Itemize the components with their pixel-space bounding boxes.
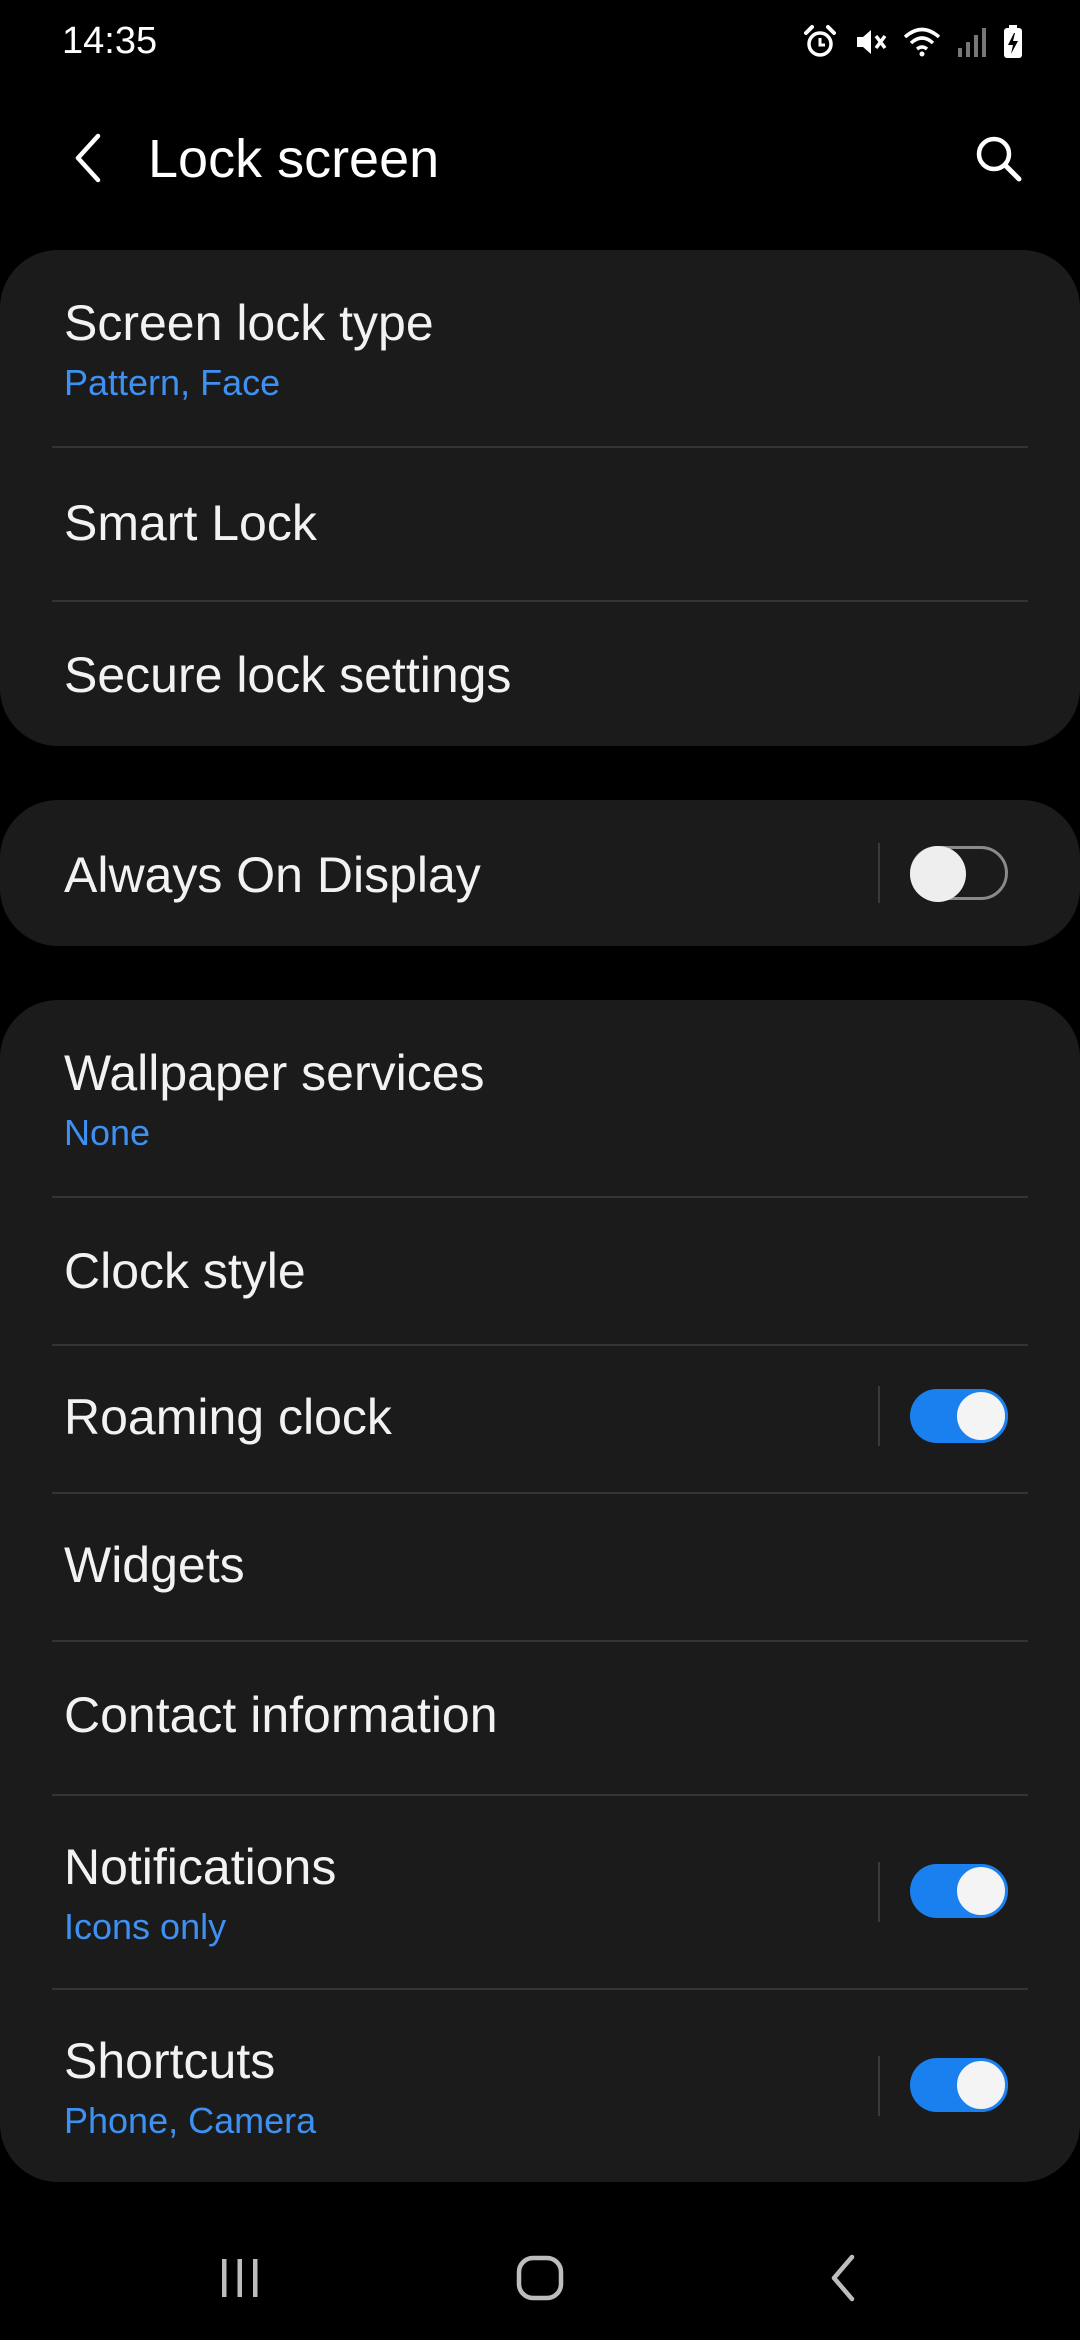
shortcuts-item[interactable]: Shortcuts Phone, Camera <box>0 1990 1080 2182</box>
smart-lock-item[interactable]: Smart Lock <box>0 448 1080 600</box>
recents-icon <box>216 2254 264 2307</box>
back-icon <box>68 130 108 191</box>
contact-information-item[interactable]: Contact information <box>0 1642 1080 1794</box>
separator <box>878 1386 880 1446</box>
battery-charging-icon <box>1002 24 1024 60</box>
item-subtitle: Phone, Camera <box>64 2100 317 2141</box>
clock-style-item[interactable]: Clock style <box>0 1198 1080 1344</box>
item-label: Always On Display <box>64 847 481 903</box>
item-label: Secure lock settings <box>64 647 512 703</box>
always-on-display-item[interactable]: Always On Display <box>0 800 1080 946</box>
always-on-display-toggle[interactable] <box>910 846 1008 902</box>
item-label: Wallpaper services <box>64 1045 485 1101</box>
app-bar: Lock screen <box>0 100 1080 220</box>
item-subtitle: Icons only <box>64 1906 227 1947</box>
item-label: Clock style <box>64 1243 306 1299</box>
status-bar: 14:35 <box>0 0 1080 84</box>
settings-group-display: Wallpaper services None Clock style Roam… <box>0 1000 1080 2182</box>
item-label: Shortcuts <box>64 2033 276 2089</box>
item-label: Contact information <box>64 1687 498 1743</box>
navigation-bar <box>0 2220 1080 2340</box>
settings-group-security: Screen lock type Pattern, Face Smart Loc… <box>0 250 1080 746</box>
back-nav-button[interactable] <box>796 2240 892 2320</box>
alarm-icon <box>802 24 838 60</box>
roaming-clock-item[interactable]: Roaming clock <box>0 1346 1080 1492</box>
shortcuts-toggle[interactable] <box>910 2058 1008 2112</box>
back-button[interactable] <box>52 124 124 196</box>
status-icons <box>802 18 1024 66</box>
mute-icon <box>852 24 888 60</box>
roaming-clock-toggle[interactable] <box>910 1389 1008 1443</box>
item-subtitle: None <box>64 1112 151 1153</box>
separator <box>878 843 880 903</box>
settings-group-aod: Always On Display <box>0 800 1080 946</box>
toggle-knob <box>910 846 966 902</box>
search-button[interactable] <box>962 124 1034 196</box>
item-label: Screen lock type <box>64 295 434 351</box>
signal-icon <box>956 24 988 60</box>
status-time: 14:35 <box>62 20 158 62</box>
item-label: Smart Lock <box>64 495 317 551</box>
widgets-item[interactable]: Widgets <box>0 1494 1080 1640</box>
screen-lock-type-item[interactable]: Screen lock type Pattern, Face <box>0 250 1080 446</box>
separator <box>878 2056 880 2116</box>
notifications-item[interactable]: Notifications Icons only <box>0 1796 1080 1988</box>
separator <box>878 1862 880 1922</box>
page-title: Lock screen <box>148 129 440 189</box>
recents-button[interactable] <box>192 2240 288 2320</box>
notifications-toggle[interactable] <box>910 1864 1008 1918</box>
item-label: Widgets <box>64 1537 245 1593</box>
toggle-knob <box>954 1864 1008 1918</box>
item-label: Roaming clock <box>64 1389 392 1445</box>
toggle-knob <box>954 1389 1008 1443</box>
search-icon <box>972 132 1024 189</box>
back-nav-icon <box>824 2252 864 2309</box>
item-subtitle: Pattern, Face <box>64 362 281 403</box>
secure-lock-settings-item[interactable]: Secure lock settings <box>0 602 1080 746</box>
home-icon <box>514 2252 566 2309</box>
wallpaper-services-item[interactable]: Wallpaper services None <box>0 1000 1080 1196</box>
wifi-icon <box>902 24 942 60</box>
item-label: Notifications <box>64 1839 337 1895</box>
home-button[interactable] <box>492 2240 588 2320</box>
toggle-knob <box>954 2058 1008 2112</box>
